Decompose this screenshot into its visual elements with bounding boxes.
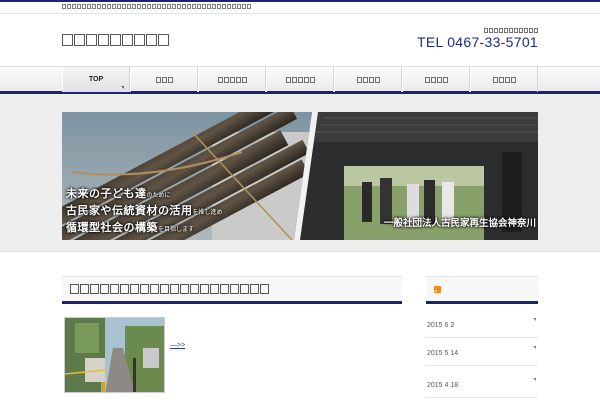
- nav-item-top[interactable]: TOP: [62, 67, 130, 92]
- banner-copy-line3: 循環型社会の構築を目指します: [66, 221, 195, 234]
- organization-name: 一般社団法人古民家再生協会神奈川: [383, 218, 536, 229]
- global-nav: TOP: [0, 66, 600, 94]
- entry-date: 2015 5 14: [427, 350, 459, 357]
- sidebar-entry[interactable]: 2015 4 18: [426, 376, 538, 398]
- top-bar: [0, 0, 600, 14]
- post-title[interactable]: [62, 276, 402, 304]
- nav-item-label: TOP: [88, 76, 104, 83]
- chevron-down-icon: [533, 318, 536, 321]
- nav-item-6[interactable]: [402, 67, 470, 92]
- site-header: TEL 0467-33-5701: [0, 14, 600, 66]
- nav-item-2[interactable]: [130, 67, 198, 92]
- rss-icon[interactable]: [434, 285, 441, 293]
- post-thumbnail[interactable]: [64, 317, 165, 393]
- header-note: [484, 28, 538, 33]
- entry-date: 2015 4 18: [427, 382, 459, 389]
- site-title[interactable]: [62, 34, 169, 46]
- thumbnail-photo: [65, 318, 164, 392]
- chevron-down-icon: [533, 378, 536, 381]
- chevron-down-icon: [533, 346, 536, 349]
- sidebar-rss-header[interactable]: [426, 276, 538, 304]
- site-tagline: [62, 4, 251, 9]
- sidebar-entry[interactable]: 2015 6 2: [426, 316, 538, 338]
- phone-number: TEL 0467-33-5701: [416, 34, 538, 50]
- sidebar-entry[interactable]: 2015 5 14: [426, 344, 538, 366]
- nav-item-3[interactable]: [198, 67, 266, 92]
- read-more-link[interactable]: —>>: [170, 342, 185, 349]
- nav-item-7[interactable]: [470, 67, 538, 92]
- nav-item-4[interactable]: [266, 67, 334, 92]
- nav-item-5[interactable]: [334, 67, 402, 92]
- nav-arrow-icon: [121, 86, 124, 89]
- hero-banner: 未来の子ども達のために 古民家や伝統資材の活用を推し進め 循環型社会の構築を目指…: [62, 112, 538, 240]
- entry-date: 2015 6 2: [427, 322, 455, 329]
